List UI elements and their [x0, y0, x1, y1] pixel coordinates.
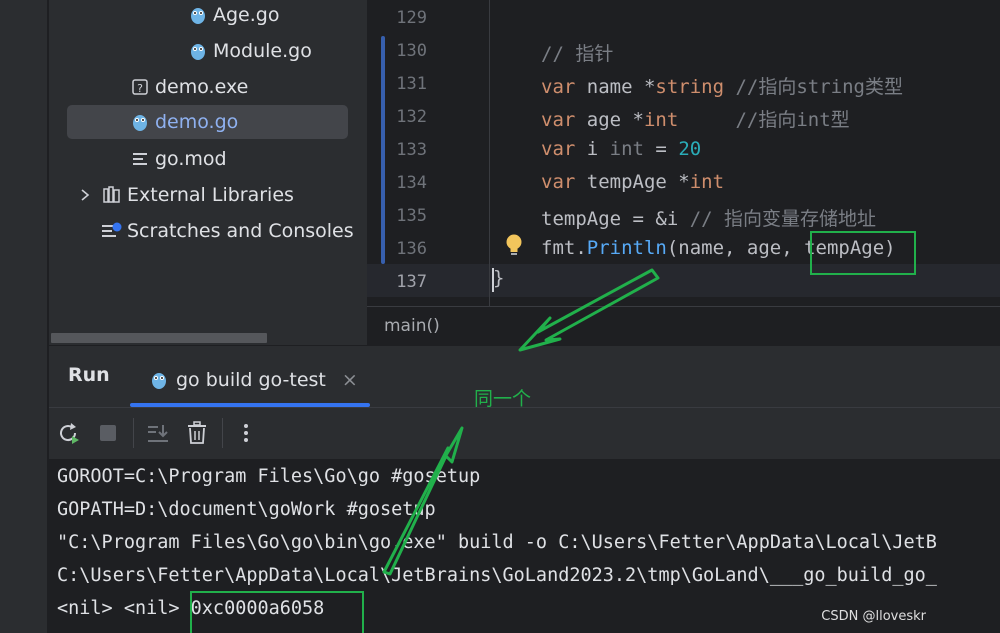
code-text: = — [643, 138, 679, 160]
code-comment: // 指向变量存储地址 — [678, 208, 877, 230]
lightbulb-icon[interactable] — [503, 232, 525, 258]
highlight-box-tempage — [810, 231, 916, 275]
line-number: 130 — [396, 41, 427, 61]
tree-item-label: Module.go — [213, 40, 312, 62]
tree-item-label: demo.go — [155, 111, 239, 133]
more-options-icon[interactable] — [233, 420, 259, 446]
tree-item-go-mod[interactable]: go.mod — [129, 142, 227, 176]
code-text: fmt. — [541, 237, 587, 259]
code-type: int — [643, 109, 679, 131]
code-type: int — [609, 138, 644, 160]
line-number: 137 — [396, 272, 427, 292]
highlight-box-address — [190, 591, 364, 633]
horizontal-scrollbar[interactable] — [51, 333, 267, 343]
breadcrumb[interactable]: main() — [384, 316, 440, 336]
line-number: 132 — [396, 107, 427, 127]
gopher-icon — [129, 111, 151, 133]
code-editor[interactable]: 129 130 131 132 133 134 135 136 137 // 指… — [366, 0, 1000, 345]
annotation-label: 同一个 — [474, 388, 532, 410]
project-tree: Age.go Module.go ? demo.exe demo.go go.m… — [49, 0, 366, 345]
code-keyword: var — [541, 138, 576, 160]
chevron-right-icon[interactable] — [73, 184, 97, 206]
code-number: 20 — [678, 138, 702, 160]
line-number: 131 — [396, 74, 427, 94]
svg-text:?: ? — [137, 82, 143, 95]
close-icon[interactable]: × — [342, 369, 358, 391]
tree-item-label: External Libraries — [127, 184, 294, 206]
tab-label: go build go-test — [176, 369, 326, 391]
tree-item-label: Age.go — [213, 4, 280, 26]
tree-item-demo-go[interactable]: demo.go — [67, 105, 348, 139]
code-text: age * — [575, 109, 644, 131]
line-number: 129 — [396, 8, 427, 28]
gopher-icon — [187, 40, 209, 62]
watermark: CSDN @lloveskr — [821, 609, 926, 624]
console-line: "C:\Program Files\Go\go\bin\go.exe" buil… — [57, 532, 937, 553]
gutter-separator — [489, 0, 490, 306]
code-function: Println — [586, 237, 667, 259]
text-file-icon — [129, 148, 151, 170]
tree-item-label: go.mod — [155, 148, 227, 170]
code-line-130: // 指针 — [541, 39, 613, 66]
tool-window-strip — [0, 0, 48, 633]
console-line: GOROOT=C:\Program Files\Go\go #gosetup — [57, 466, 481, 487]
code-type: int — [689, 171, 725, 193]
code-keyword: var — [541, 109, 576, 131]
tree-item-label: demo.exe — [155, 76, 249, 98]
code-line-133: var i int = 20 — [541, 138, 701, 160]
run-panel-title: Run — [68, 364, 110, 386]
code-line-134: var tempAge *int — [541, 171, 724, 193]
rerun-button[interactable] — [56, 420, 82, 446]
stop-button[interactable] — [95, 420, 121, 446]
line-number: 135 — [396, 206, 427, 226]
console-line: C:\Users\Fetter\AppData\Local\JetBrains\… — [57, 565, 937, 586]
code-keyword: var — [541, 171, 576, 193]
code-comment: // 指针 — [541, 43, 614, 65]
scratches-icon — [101, 220, 123, 242]
trash-icon[interactable] — [184, 420, 210, 446]
code-line-132: var age *int //指向int型 — [541, 105, 850, 132]
breadcrumb-bar — [367, 306, 1000, 345]
gopher-icon — [150, 370, 168, 390]
gopher-icon — [187, 4, 209, 26]
code-text: name * — [575, 76, 656, 98]
code-text: tempAge * — [575, 171, 690, 193]
tree-item-scratches[interactable]: Scratches and Consoles — [101, 214, 354, 248]
code-keyword: var — [541, 76, 576, 98]
vcs-change-marker[interactable] — [381, 36, 385, 264]
code-comment: //指向int型 — [678, 109, 850, 131]
console-line: GOPATH=D:\document\goWork #gosetup — [57, 499, 436, 520]
toolbar-separator — [133, 418, 134, 448]
line-number: 136 — [396, 239, 427, 259]
code-text: tempAge = &i — [541, 208, 679, 230]
tree-item-demo-exe[interactable]: ? demo.exe — [129, 70, 248, 104]
code-text: i — [575, 138, 610, 160]
tab-go-build[interactable]: go build go-test × — [130, 354, 370, 406]
tree-item-label: Scratches and Consoles — [127, 220, 354, 242]
code-line-137: } — [493, 267, 505, 289]
code-type: string — [655, 76, 725, 98]
code-line-135: tempAge = &i // 指向变量存储地址 — [541, 204, 876, 231]
tree-item-module-go[interactable]: Module.go — [187, 34, 312, 68]
tree-item-external-libraries[interactable]: External Libraries — [73, 178, 294, 212]
scroll-to-end-button[interactable] — [145, 420, 171, 446]
line-number: 133 — [396, 140, 427, 160]
library-icon — [101, 184, 123, 206]
line-number: 134 — [396, 173, 427, 193]
code-comment: //指向string类型 — [724, 76, 903, 98]
toolbar-separator — [222, 418, 223, 448]
unknown-file-icon: ? — [129, 76, 151, 98]
code-line-131: var name *string //指向string类型 — [541, 72, 903, 99]
tree-item-age-go[interactable]: Age.go — [187, 0, 279, 32]
